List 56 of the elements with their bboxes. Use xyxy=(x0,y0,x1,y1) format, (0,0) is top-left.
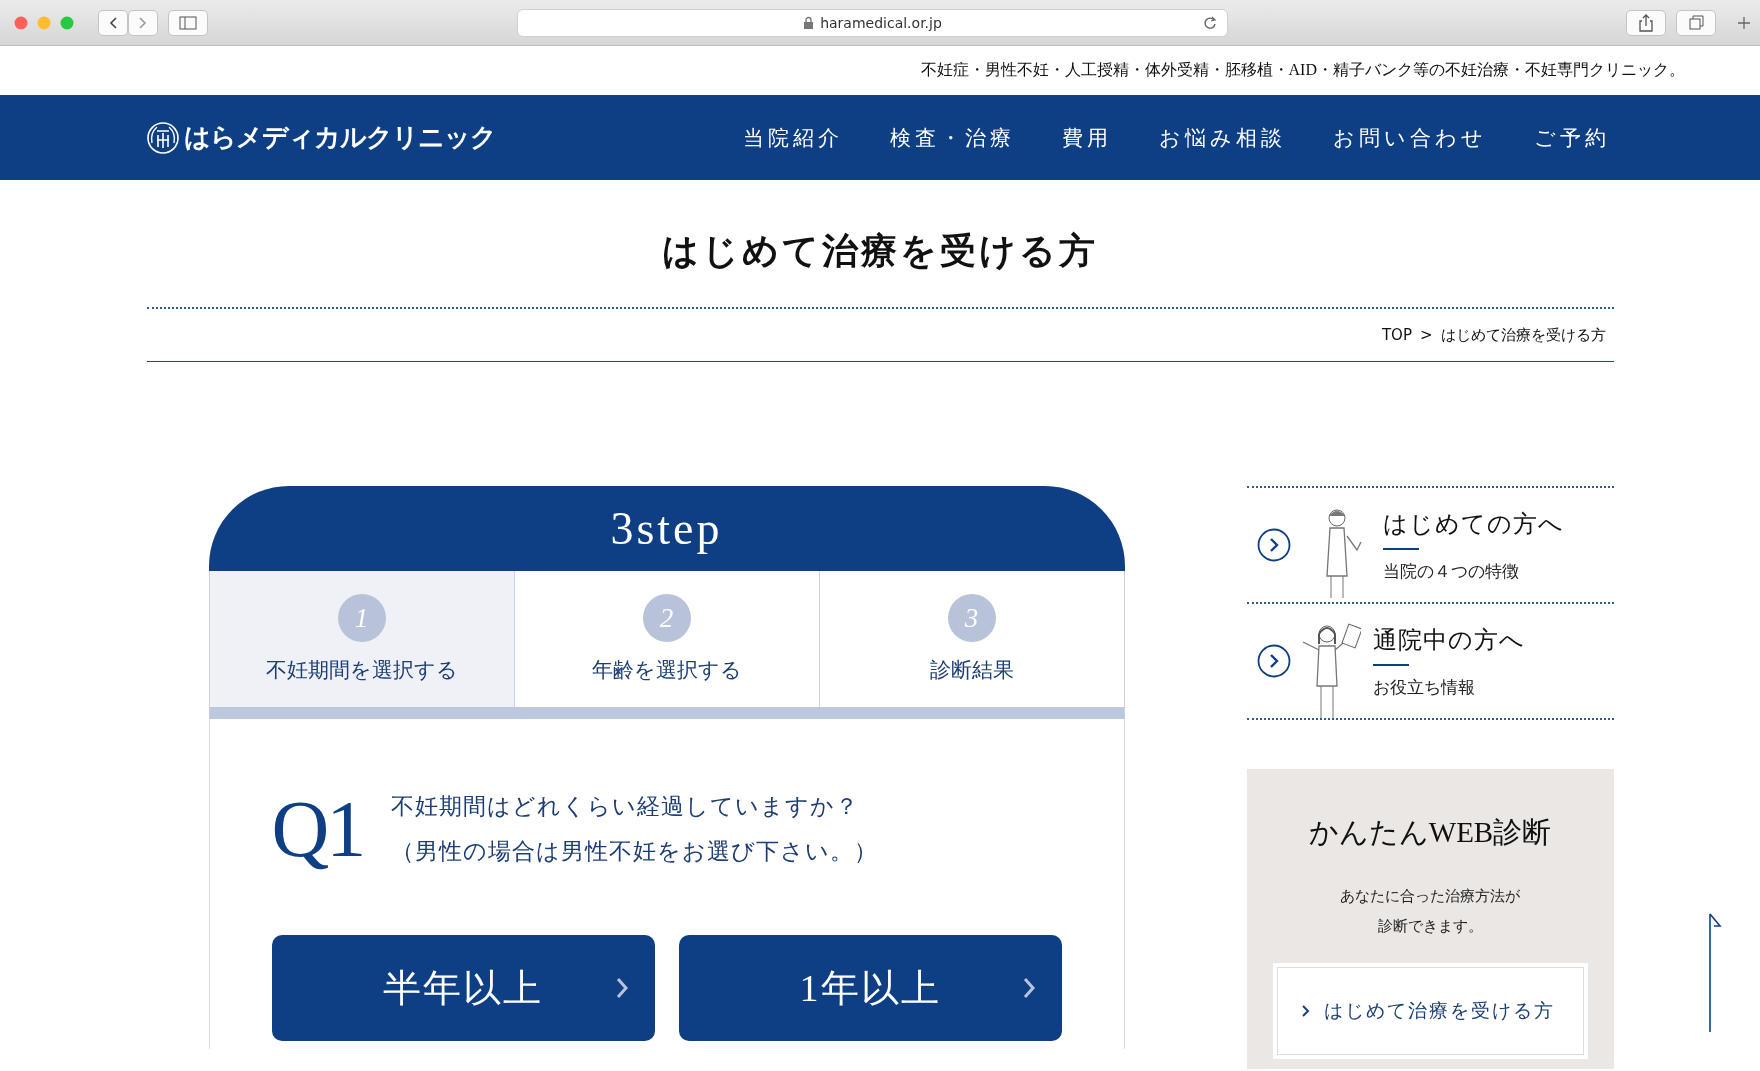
nav-link[interactable]: 当院紹介 xyxy=(743,123,843,152)
step-number: 3 xyxy=(947,594,996,642)
nav-link[interactable]: お悩み相談 xyxy=(1159,123,1286,152)
window-control-icon[interactable] xyxy=(14,15,28,30)
window-control-icon[interactable] xyxy=(37,15,51,30)
tagline-text: 不妊症・男性不妊・人工授精・体外受精・胚移植・AID・精子バンク等の不妊治療・不妊専門クリニック。 xyxy=(920,60,1685,80)
box-description: あなたに合った治療方法が 診断できます。 xyxy=(1339,886,1521,937)
clinic-logo-text[interactable]: はらメディカルクリニック xyxy=(184,120,496,155)
box-title: かんたんWEB診断 xyxy=(1307,815,1553,850)
link-title: 通院中の方へ xyxy=(1372,625,1525,655)
tabs-button[interactable] xyxy=(1676,9,1716,36)
card-title: 3step xyxy=(610,502,723,555)
nav-link[interactable]: 検査・治療 xyxy=(890,123,1015,152)
step-label: 年齢を選択する xyxy=(591,657,742,684)
breadcrumb-separator: > xyxy=(1419,326,1433,344)
sidebar-button[interactable] xyxy=(168,9,208,36)
sidebar-link[interactable]: はじめての方へ 当院の４つの特徴 xyxy=(1246,486,1614,602)
chevron-right-icon xyxy=(1021,977,1036,999)
chevron-circle-icon xyxy=(1256,644,1291,678)
nav-link[interactable]: 費用 xyxy=(1062,123,1112,152)
step-number: 2 xyxy=(642,594,691,642)
lock-icon xyxy=(803,16,815,29)
share-icon xyxy=(1638,13,1654,32)
link-subtitle: お役立ち情報 xyxy=(1372,676,1476,699)
nav-link[interactable]: お問い合わせ xyxy=(1333,123,1487,152)
tabs-icon xyxy=(1688,15,1704,30)
back-button[interactable] xyxy=(98,9,128,36)
step-label: 不妊期間を選択する xyxy=(265,657,458,684)
question-text: （男性の場合は男性不妊をお選び下さい。） xyxy=(391,838,879,866)
sidebar-icon xyxy=(179,15,197,30)
breadcrumb-link[interactable]: TOP xyxy=(1381,326,1412,344)
share-button[interactable] xyxy=(1626,9,1666,36)
nav-link[interactable]: ご予約 xyxy=(1534,123,1610,152)
page-title: はじめて治療を受ける方 xyxy=(662,230,1098,274)
diagnosis-link[interactable]: はじめて治療を受ける方 xyxy=(1272,963,1588,1059)
sidebar-link[interactable]: 通院中の方へ お役立ち情報 xyxy=(1246,602,1614,720)
step-label: 診断結果 xyxy=(929,657,1014,684)
breadcrumb-current: はじめて治療を受ける方 xyxy=(1440,325,1606,345)
answer-button[interactable]: 半年以上 xyxy=(271,935,655,1041)
step-number: 1 xyxy=(337,594,386,642)
reload-icon[interactable] xyxy=(1203,15,1217,30)
forward-button[interactable] xyxy=(128,9,158,36)
link-subtitle: 当院の４つの特徴 xyxy=(1382,560,1520,583)
answer-button[interactable]: 1年以上 xyxy=(678,935,1062,1041)
address-field[interactable]: haramedical.or.jp xyxy=(517,8,1228,37)
window-control-icon[interactable] xyxy=(60,15,74,30)
chevron-circle-icon xyxy=(1256,528,1291,562)
question-number: Q1 xyxy=(271,789,364,869)
chevron-right-icon xyxy=(614,977,629,999)
emblem-icon xyxy=(146,120,180,155)
step-tab[interactable]: 1 不妊期間を選択する xyxy=(209,571,514,707)
chevron-right-icon xyxy=(137,15,149,30)
link-title: はじめての方へ xyxy=(1382,509,1564,539)
question-text: 不妊期間はどれくらい経過していますか？ xyxy=(391,793,861,821)
new-tab-icon[interactable] xyxy=(1736,14,1752,31)
chevron-left-icon xyxy=(107,15,119,30)
